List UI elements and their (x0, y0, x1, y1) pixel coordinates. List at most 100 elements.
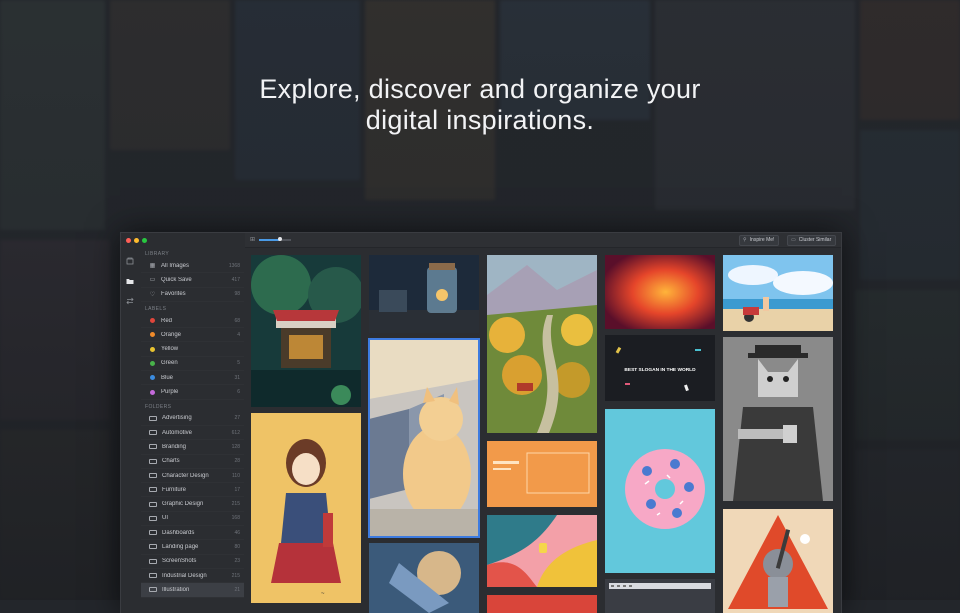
inspire-me-label: Inspire Me! (749, 237, 775, 243)
sidebar-item-count: 110 (232, 472, 240, 479)
sidebar-item-label: ScreenShots (162, 558, 197, 565)
image-tile[interactable] (369, 255, 479, 333)
sidebar-item-label-yellow[interactable]: Yellow (141, 342, 244, 357)
sidebar-item-favorites[interactable]: ♡ Favorites 98 (141, 288, 244, 302)
sidebar-item-folder-graphic-design[interactable]: Graphic Design 215 (141, 497, 244, 512)
sidebar-item-label: Charts (162, 458, 180, 465)
sidebar-item-quick-save[interactable]: ▭ Quick Save 417 (141, 273, 244, 288)
sidebar-item-folder-dashboards[interactable]: Dashboards 46 (141, 526, 244, 541)
thumbnail-size-icon: ⊞ (250, 237, 256, 243)
sort-icon[interactable] (126, 297, 134, 305)
app-window: LIBRARY ▦ All Images 1368 ▭ Quick Save 4… (120, 232, 842, 613)
red-dot-icon (150, 318, 155, 324)
sidebar-item-folder-industrial-design[interactable]: Industrial Design 215 (141, 569, 244, 584)
image-tile[interactable] (605, 409, 715, 573)
image-tile[interactable] (369, 543, 479, 613)
folder-icon (149, 587, 157, 593)
sidebar-item-folder-automotive[interactable]: Automotive 612 (141, 426, 244, 441)
sidebar-item-label-red[interactable]: Red 68 (141, 314, 244, 329)
sidebar-item-count: 612 (231, 429, 240, 436)
folder-icon (149, 458, 157, 464)
labels-section-title: LABELS (145, 305, 167, 312)
toolbar: ⊞ ⚲ Inspire Me! ▭ Cluster Similar (245, 233, 841, 248)
minimize-window-button[interactable] (134, 238, 139, 243)
sidebar-item-label: Blue (161, 374, 174, 381)
folder-icon (149, 544, 157, 550)
image-tile[interactable] (487, 595, 597, 613)
sidebar-item-folder-landing-page[interactable]: Landing page 80 (141, 540, 244, 555)
sidebar-item-all-images[interactable]: ▦ All Images 1368 (141, 259, 244, 274)
image-tile[interactable] (487, 441, 597, 507)
folder-icon (149, 501, 157, 507)
sidebar-item-folder-branding[interactable]: Branding 128 (141, 440, 244, 455)
folder-icon (149, 415, 157, 421)
sidebar-item-folder-advertising[interactable]: Advertising 27 (141, 412, 244, 426)
image-tile[interactable] (723, 509, 833, 613)
image-tile[interactable] (251, 255, 361, 407)
sidebar-item-count: 27 (234, 415, 240, 422)
inspire-me-button[interactable]: ⚲ Inspire Me! (739, 235, 780, 246)
sidebar-item-label: Quick Save (161, 276, 192, 283)
sidebar-item-count: 128 (231, 443, 240, 450)
sidebar-item-folder-character-design[interactable]: Character Design 110 (141, 469, 244, 484)
sidebar-item-label-green[interactable]: Green 5 (141, 357, 244, 372)
sidebar-item-label: Advertising (162, 415, 192, 422)
sidebar-item-folder-illustration[interactable]: Illustration 21 (141, 583, 244, 598)
slider-fill (259, 239, 280, 241)
image-tile-selected[interactable] (368, 338, 480, 538)
yellow-dot-icon (150, 346, 155, 352)
image-tile[interactable] (723, 337, 833, 501)
image-tile[interactable]: BEST SLOGAN IN THE WORLD (605, 335, 715, 401)
headline: Explore, discover and organize your digi… (0, 74, 960, 136)
sidebar-item-folder-furniture[interactable]: Furniture 17 (141, 483, 244, 498)
sidebar-item-label: Purple (161, 389, 179, 396)
sidebar-item-label-blue[interactable]: Blue 31 (141, 371, 244, 386)
folder-icon (149, 558, 157, 564)
folder-icon (149, 530, 157, 536)
thumbnail-size-slider[interactable] (259, 237, 291, 241)
image-tile[interactable] (605, 579, 715, 613)
sidebar-item-label: Landing page (162, 543, 199, 550)
sidebar-item-folder-screenshots[interactable]: ScreenShots 23 (141, 555, 244, 569)
inbox-icon: ▭ (149, 277, 156, 284)
slider-knob[interactable] (277, 237, 282, 241)
sidebar-item-label-purple[interactable]: Purple 6 (141, 385, 244, 400)
orange-dot-icon (150, 332, 155, 338)
svg-text:~: ~ (321, 591, 325, 597)
image-tile[interactable] (723, 255, 833, 331)
folder-icon (149, 487, 157, 493)
library-section-title: LIBRARY (145, 251, 170, 257)
sidebar-item-folder-ui[interactable]: UI 168 (141, 512, 244, 527)
sidebar-item-label-orange[interactable]: Orange 4 (141, 328, 244, 343)
sidebar-item-label: Furniture (162, 486, 187, 493)
sidebar-item-count: 6 (237, 389, 240, 396)
sidebar-item-label: Favorites (161, 291, 186, 298)
nav-dock (121, 247, 139, 613)
sidebar-item-count: 23 (234, 558, 240, 565)
folder-icon (149, 430, 157, 436)
folders-section-title: FOLDERS (145, 403, 172, 410)
image-tile[interactable] (487, 515, 597, 587)
sidebar-item-count: 215 (231, 572, 240, 579)
sidebar-item-count: 46 (234, 529, 240, 536)
sidebar-item-count: 28 (234, 458, 240, 465)
image-tile[interactable]: ~ (251, 413, 361, 603)
heart-icon: ♡ (149, 291, 156, 298)
image-tile[interactable] (487, 255, 597, 433)
cluster-similar-button[interactable]: ▭ Cluster Similar (787, 235, 837, 246)
close-window-button[interactable] (126, 238, 131, 243)
folder-icon (149, 515, 157, 521)
headline-line-2: digital inspirations. (365, 105, 595, 135)
sidebar-item-label: Industrial Design (162, 572, 207, 579)
sidebar-item-count: 21 (234, 586, 240, 593)
zoom-window-button[interactable] (142, 238, 147, 243)
sidebar-item-label: Dashboards (162, 529, 195, 536)
sidebar-item-count: 168 (231, 515, 240, 522)
image-tile[interactable] (605, 255, 715, 329)
sidebar-item-label: Illustration (162, 586, 190, 593)
folder-icon[interactable] (126, 277, 134, 285)
sidebar-item-count: 31 (234, 374, 240, 381)
sidebar-item-folder-charts[interactable]: Charts 28 (141, 455, 244, 469)
cluster-icon: ▭ (791, 237, 796, 243)
library-icon[interactable] (126, 257, 134, 265)
